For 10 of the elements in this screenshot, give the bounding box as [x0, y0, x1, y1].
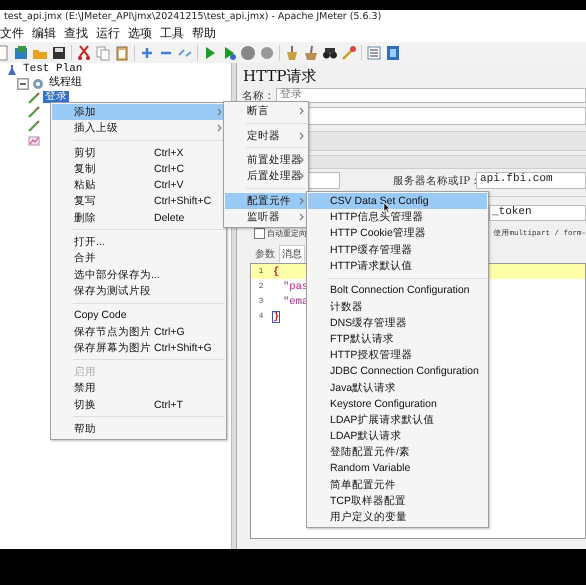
window-title: test_api.jmx (E:\JMeter_API\jmx\20241215\test_api.jmx) - Apache JMeter (5.6.3): [0, 10, 586, 23]
line-number: 4: [258, 312, 264, 321]
field-label: 服务器名称或IP：: [393, 174, 476, 188]
panel-title: HTTP请求: [242, 66, 318, 87]
line-number: 2: [258, 282, 264, 291]
line-number: 1: [258, 267, 264, 276]
checkbox-label: 自动重定向: [267, 228, 307, 238]
field-label: 名称：: [242, 88, 276, 102]
line-number: 3: [258, 297, 264, 306]
code-text: {: [272, 266, 280, 278]
